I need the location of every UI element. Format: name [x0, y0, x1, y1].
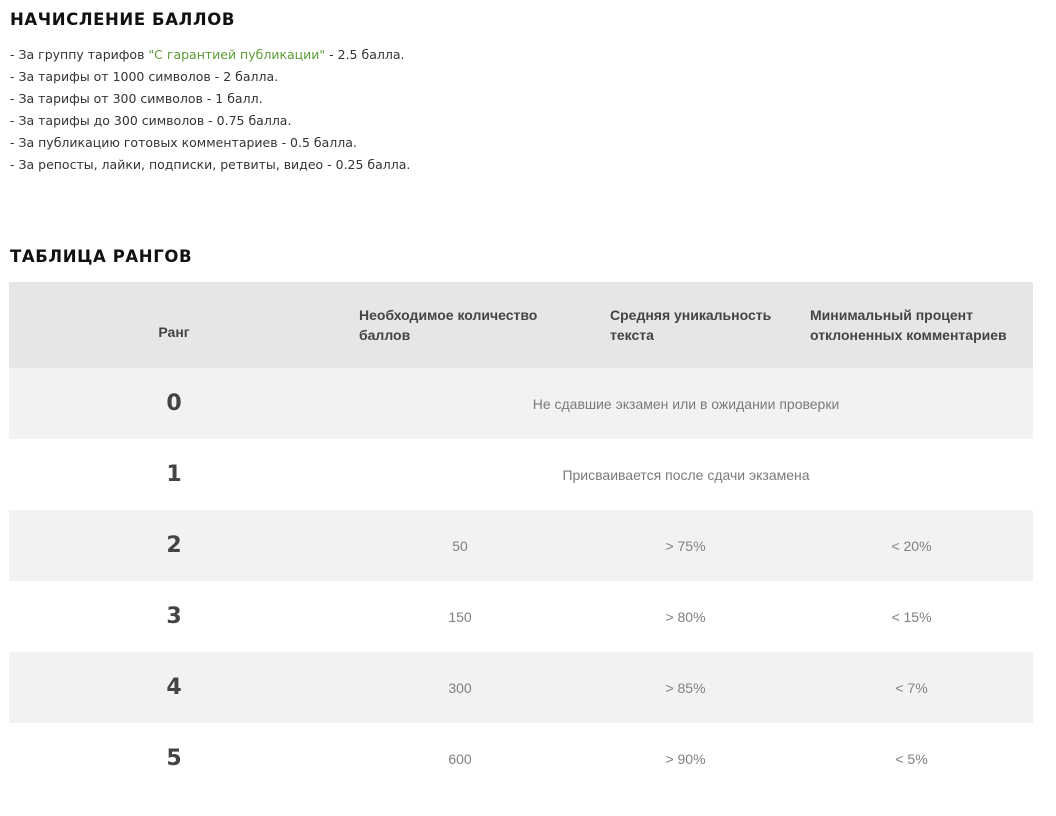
table-row: 4 300 > 85% < 7% [9, 652, 1033, 723]
rejected-value: < 20% [790, 510, 1033, 581]
ranks-section-title: ТАБЛИЦА РАНГОВ [10, 247, 193, 266]
rejected-value: < 5% [790, 723, 1033, 794]
rank-note: Присваивается после сдачи экзамена [339, 439, 1033, 510]
table-row: 0 Не сдавшие экзамен или в ожидании пров… [9, 368, 1033, 439]
points-rule-300-plus: - За тарифы от 300 символов - 1 балл. [10, 91, 263, 106]
ranks-table: Ранг Необходимое количество баллов Средн… [9, 282, 1033, 794]
points-value: 300 [339, 652, 581, 723]
points-value: 150 [339, 581, 581, 652]
points-section-title: НАЧИСЛЕНИЕ БАЛЛОВ [10, 10, 235, 29]
rank-number: 5 [9, 723, 339, 794]
rank-number: 0 [9, 368, 339, 439]
column-header-rank: Ранг [9, 282, 339, 368]
uniqueness-value: > 80% [581, 581, 790, 652]
uniqueness-value: > 75% [581, 510, 790, 581]
points-value: 600 [339, 723, 581, 794]
rank-number: 2 [9, 510, 339, 581]
table-header-row: Ранг Необходимое количество баллов Средн… [9, 282, 1033, 368]
points-rule-300-minus: - За тарифы до 300 символов - 0.75 балла… [10, 113, 292, 128]
rejected-value: < 15% [790, 581, 1033, 652]
table-row: 2 50 > 75% < 20% [9, 510, 1033, 581]
points-rules-list: - За группу тарифов "С гарантией публика… [10, 46, 410, 178]
uniqueness-value: > 85% [581, 652, 790, 723]
table-row: 3 150 > 80% < 15% [9, 581, 1033, 652]
column-header-rejected: Минимальный процент отклоненных коммента… [790, 282, 1033, 368]
rule-suffix: - 2.5 балла. [325, 47, 405, 62]
rejected-value: < 7% [790, 652, 1033, 723]
rule-prefix: - За группу тарифов [10, 47, 149, 62]
table-row: 5 600 > 90% < 5% [9, 723, 1033, 794]
column-header-points: Необходимое количество баллов [339, 282, 581, 368]
rank-number: 4 [9, 652, 339, 723]
uniqueness-value: > 90% [581, 723, 790, 794]
points-rule-guaranteed: - За группу тарифов "С гарантией публика… [10, 46, 410, 68]
points-rule-reposts: - За репосты, лайки, подписки, ретвиты, … [10, 157, 411, 172]
table-row: 1 Присваивается после сдачи экзамена [9, 439, 1033, 510]
rank-number: 1 [9, 439, 339, 510]
points-value: 50 [339, 510, 581, 581]
points-rule-comments: - За публикацию готовых комментариев - 0… [10, 135, 357, 150]
rank-note: Не сдавшие экзамен или в ожидании провер… [339, 368, 1033, 439]
points-rule-1000: - За тарифы от 1000 символов - 2 балла. [10, 69, 279, 84]
guaranteed-tariff-link[interactable]: "С гарантией публикации" [148, 47, 325, 62]
rank-number: 3 [9, 581, 339, 652]
column-header-uniqueness: Средняя уникальность текста [581, 282, 790, 368]
